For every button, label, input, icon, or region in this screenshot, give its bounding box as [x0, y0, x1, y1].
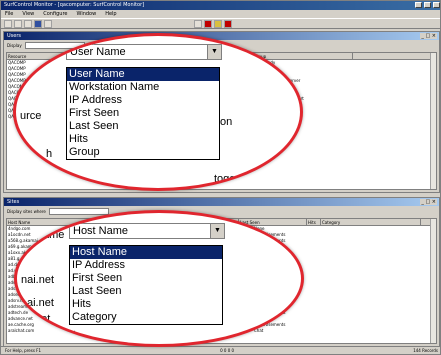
title-bar: SurfControl Monitor - [qacomputer: SurfC…: [1, 1, 440, 10]
table-cell: Chat: [254, 328, 264, 333]
bg-text: on: [220, 116, 233, 128]
col-header[interactable]: Hits: [307, 219, 321, 225]
maximize-button[interactable]: [424, 2, 431, 8]
pane-window-controls[interactable]: _ □ ×: [420, 199, 437, 205]
dropdown-option[interactable]: User Name: [67, 68, 219, 81]
menu-bar: File View Configure Window Help: [1, 10, 440, 18]
host-column-dropdown-list: Host Name IP Address First Seen Last Seen Hi…: [69, 245, 223, 325]
dropdown-option[interactable]: First Seen: [67, 107, 219, 120]
sites-filter-label: Display sites where: [7, 208, 46, 214]
stop-icon[interactable]: [224, 20, 232, 28]
col-header[interactable]: Category: [321, 219, 421, 225]
sites-pane-title: Sites: [7, 199, 20, 205]
sites-pane-caption: Sites _ □ ×: [4, 198, 439, 206]
pane-window-controls[interactable]: _ □ ×: [420, 33, 437, 39]
users-pane-title: Users: [7, 33, 22, 39]
bg-text: ame: [43, 229, 65, 241]
bg-text: net: [61, 329, 77, 341]
chevron-down-icon[interactable]: ▼: [207, 45, 221, 59]
dropdown-option[interactable]: First Seen: [70, 272, 222, 285]
open-icon[interactable]: [14, 20, 22, 28]
menu-view[interactable]: View: [22, 10, 34, 18]
allow-icon[interactable]: [214, 20, 222, 28]
menu-window[interactable]: Window: [76, 10, 96, 18]
host-column-combo[interactable]: Host Name ▼: [69, 223, 225, 239]
dropdown-option[interactable]: IP Address: [67, 94, 219, 107]
dropdown-option[interactable]: Category: [70, 311, 222, 324]
new-icon[interactable]: [4, 20, 12, 28]
dropdown-option[interactable]: Hits: [70, 298, 222, 311]
user-column-dropdown-list: User Name Workstation Name IP Address First…: [66, 67, 220, 160]
menu-help[interactable]: Help: [105, 10, 116, 18]
dropdown-option[interactable]: Hits: [67, 133, 219, 146]
block-icon[interactable]: [204, 20, 212, 28]
dropdown-option[interactable]: Group: [67, 146, 219, 159]
menu-file[interactable]: File: [5, 10, 13, 18]
bg-text: net: [35, 313, 51, 325]
users-icon[interactable]: [34, 20, 42, 28]
magnifier-users-dropdown: urce h on togerpc User Name ▼ User Name W…: [13, 33, 303, 191]
close-button[interactable]: [433, 2, 440, 8]
users-pane-caption: Users _ □ ×: [4, 32, 439, 40]
status-bar: For Help, press F1 0 0 0 0 144 Records: [1, 346, 440, 354]
dropdown-option[interactable]: Last Seen: [70, 285, 222, 298]
sites-icon[interactable]: [44, 20, 52, 28]
status-indicators: 0 0 0 0: [220, 348, 235, 353]
window-title: SurfControl Monitor - [qacomputer: SurfC…: [4, 2, 145, 8]
users-filter-label: Display: [7, 42, 22, 48]
magnifier-sites-dropdown: ame nai.net ai.net net net Host Name ▼ H…: [14, 210, 304, 347]
sites-filter-bar: Display sites where: [4, 206, 439, 216]
bg-text: h: [46, 148, 53, 160]
dropdown-option[interactable]: IP Address: [70, 259, 222, 272]
dropdown-option[interactable]: Host Name: [70, 246, 222, 259]
combo-selected-value: User Name: [70, 46, 126, 58]
print-icon[interactable]: [24, 20, 32, 28]
status-record-count: 144 Records: [413, 348, 438, 353]
dropdown-option[interactable]: Workstation Name: [67, 81, 219, 94]
col-header[interactable]: Group: [253, 53, 353, 59]
menu-configure[interactable]: Configure: [43, 10, 67, 18]
bg-text: nai.net: [21, 274, 55, 286]
minimize-button[interactable]: [415, 2, 422, 8]
bg-text: ai.net: [27, 297, 54, 309]
refresh-icon[interactable]: [194, 20, 202, 28]
chevron-down-icon[interactable]: ▼: [210, 224, 224, 238]
bg-text: togerpc: [214, 173, 251, 185]
combo-selected-value: Host Name: [73, 225, 129, 237]
sites-scrollbar[interactable]: [430, 219, 436, 343]
dropdown-option[interactable]: Last Seen: [67, 120, 219, 133]
user-column-combo[interactable]: User Name ▼: [66, 44, 222, 60]
sites-filter-combo[interactable]: [48, 207, 109, 215]
bg-text: urce: [20, 110, 42, 122]
users-scrollbar[interactable]: [430, 53, 436, 189]
toolbar: [1, 18, 440, 29]
status-help-text: For Help, press F1: [5, 348, 42, 353]
